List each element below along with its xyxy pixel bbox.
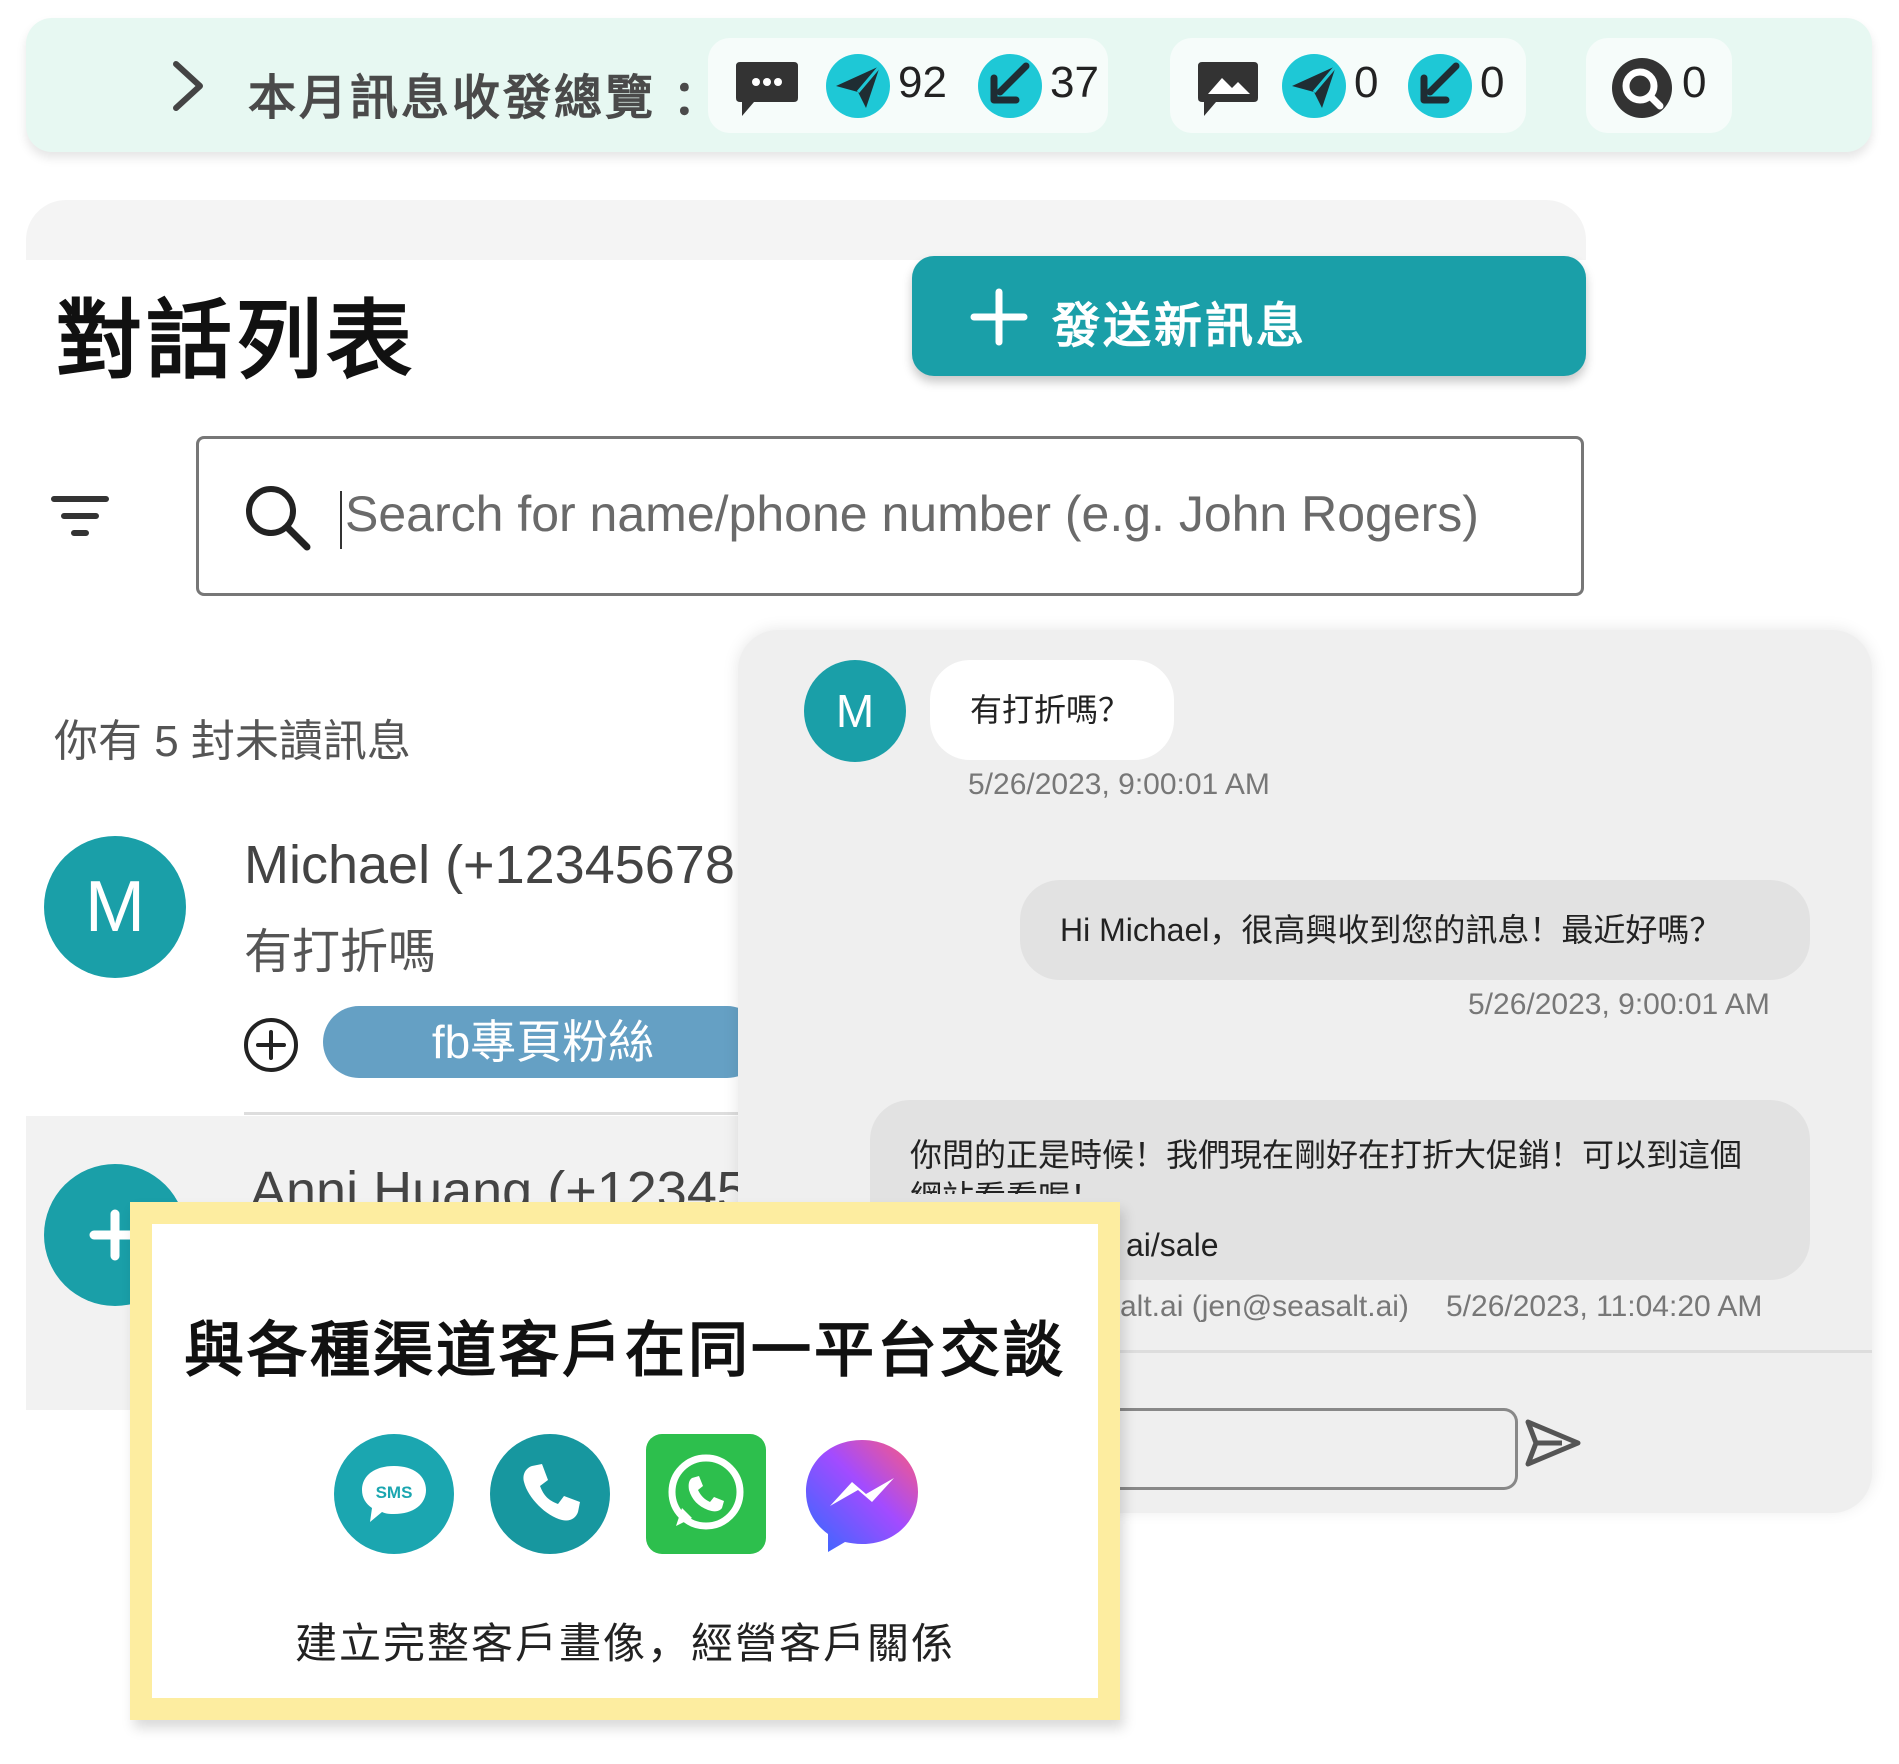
- mms-sent-count: 0: [1354, 58, 1379, 107]
- filter-icon[interactable]: [50, 494, 110, 540]
- page-title: 對話列表: [56, 293, 416, 389]
- message-text: 你問的正是時候！我們現在剛好在打折大促銷！可以到這個網站看看喔！: [910, 1137, 1743, 1194]
- contact-avatar[interactable]: M: [44, 836, 186, 978]
- feature-subtitle: 建立完整客戶畫像，經營客戶關係: [294, 1620, 955, 1667]
- message-link[interactable]: ai/sale: [1126, 1224, 1219, 1266]
- send-new-message-button[interactable]: 發送新訊息: [912, 256, 1586, 376]
- received-arrow-icon: [1408, 54, 1472, 118]
- add-tag-icon[interactable]: [242, 1016, 300, 1074]
- whatsapp-icon: [646, 1434, 766, 1554]
- sent-plane-icon: [826, 54, 890, 118]
- image-icon: [1196, 58, 1260, 120]
- send-icon[interactable]: [1518, 1408, 1588, 1478]
- search-input[interactable]: [343, 473, 1527, 555]
- stats-title: 本月訊息收發總覽 ：: [248, 72, 724, 125]
- contact-name[interactable]: Michael (+12345678: [244, 834, 735, 896]
- mms-stats-group: 0 0: [1170, 38, 1526, 133]
- message-text: Hi Michael，很高興收到您的訊息！最近好嗎？: [1060, 912, 1722, 948]
- message-timestamp: 5/26/2023, 9:00:01 AM: [968, 768, 1270, 801]
- lookup-count: 0: [1682, 58, 1707, 107]
- message-preview: 有打折嗎: [244, 926, 437, 979]
- text-cursor: [340, 491, 342, 549]
- received-arrow-icon: [978, 54, 1042, 118]
- sms-bubble-icon: [734, 58, 800, 120]
- search-icon: [243, 483, 313, 553]
- sms-sent-count: 92: [898, 58, 947, 107]
- sms-channel-icon: SMS: [334, 1434, 454, 1554]
- chevron-right-icon[interactable]: [166, 58, 210, 114]
- send-new-message-label: 發送新訊息: [1052, 300, 1308, 353]
- search-box[interactable]: [196, 436, 1584, 596]
- lookup-stats-group: 0: [1586, 38, 1732, 133]
- sent-plane-icon: [1282, 54, 1346, 118]
- plus-icon: [970, 288, 1028, 346]
- message-timestamp: 5/26/2023, 9:00:01 AM: [1468, 988, 1770, 1021]
- message-text: 有打折嗎？: [970, 692, 1131, 728]
- incoming-message: 有打折嗎？: [930, 660, 1174, 760]
- phone-icon: [490, 1434, 610, 1554]
- outgoing-message: Hi Michael，很高興收到您的訊息！最近好嗎？: [1020, 880, 1810, 980]
- unread-message-count: 你有 5 封未讀訊息: [54, 717, 411, 766]
- monthly-stats-bar: 本月訊息收發總覽 ： 92 37 0 0 0: [26, 18, 1872, 152]
- messenger-icon: [802, 1434, 922, 1554]
- chat-avatar: M: [804, 660, 906, 762]
- message-timestamp: 5/26/2023, 11:04:20 AM: [1446, 1290, 1763, 1323]
- lookup-icon: [1610, 56, 1674, 120]
- message-sender: alt.ai (jen@seasalt.ai): [1120, 1290, 1409, 1323]
- feature-card: 與各種渠道客戶在同一平台交談 SMS 建立完整客戶畫像，經營客戶關係: [130, 1202, 1120, 1720]
- sms-badge-text: SMS: [376, 1483, 413, 1502]
- sms-received-count: 37: [1050, 58, 1099, 107]
- mms-received-count: 0: [1480, 58, 1505, 107]
- sms-stats-group: 92 37: [708, 38, 1108, 133]
- feature-title: 與各種渠道客戶在同一平台交談: [184, 1317, 1066, 1384]
- row-divider: [244, 1112, 764, 1115]
- contact-tag-chip[interactable]: fb專頁粉絲: [323, 1006, 763, 1078]
